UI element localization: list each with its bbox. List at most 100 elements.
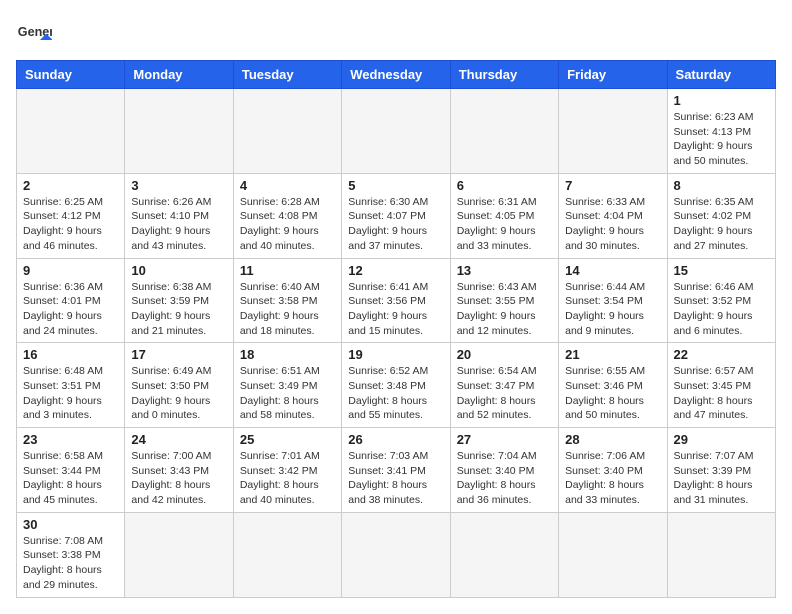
calendar-cell: 25 Sunrise: 7:01 AM Sunset: 3:42 PM Dayli… bbox=[233, 428, 341, 513]
calendar-cell: 2 Sunrise: 6:25 AM Sunset: 4:12 PM Daylig… bbox=[17, 173, 125, 258]
calendar-cell: 4 Sunrise: 6:28 AM Sunset: 4:08 PM Daylig… bbox=[233, 173, 341, 258]
day-info: Sunrise: 7:06 AM Sunset: 3:40 PM Dayligh… bbox=[565, 449, 660, 508]
calendar-cell bbox=[233, 89, 341, 174]
day-info: Sunrise: 6:38 AM Sunset: 3:59 PM Dayligh… bbox=[131, 280, 226, 339]
day-number: 11 bbox=[240, 263, 335, 278]
day-number: 7 bbox=[565, 178, 660, 193]
calendar-cell bbox=[233, 512, 341, 597]
day-number: 24 bbox=[131, 432, 226, 447]
calendar-cell bbox=[450, 512, 558, 597]
calendar-cell: 17 Sunrise: 6:49 AM Sunset: 3:50 PM Dayli… bbox=[125, 343, 233, 428]
calendar-cell bbox=[125, 512, 233, 597]
calendar-cell: 3Sunrise: 6:26 AM Sunset: 4:10 PM Daylig… bbox=[125, 173, 233, 258]
day-info: Sunrise: 7:03 AM Sunset: 3:41 PM Dayligh… bbox=[348, 449, 443, 508]
day-number: 12 bbox=[348, 263, 443, 278]
day-info: Sunrise: 7:01 AM Sunset: 3:42 PM Dayligh… bbox=[240, 449, 335, 508]
day-number: 6 bbox=[457, 178, 552, 193]
weekday-header-wednesday: Wednesday bbox=[342, 61, 450, 89]
calendar-cell: 13Sunrise: 6:43 AM Sunset: 3:55 PM Dayli… bbox=[450, 258, 558, 343]
calendar-cell: 22 Sunrise: 6:57 AM Sunset: 3:45 PM Dayli… bbox=[667, 343, 775, 428]
day-info: Sunrise: 6:28 AM Sunset: 4:08 PM Dayligh… bbox=[240, 195, 335, 254]
day-number: 10 bbox=[131, 263, 226, 278]
calendar-cell: 5 Sunrise: 6:30 AM Sunset: 4:07 PM Daylig… bbox=[342, 173, 450, 258]
day-number: 29 bbox=[674, 432, 769, 447]
day-number: 15 bbox=[674, 263, 769, 278]
day-info: Sunrise: 6:54 AM Sunset: 3:47 PM Dayligh… bbox=[457, 364, 552, 423]
day-number: 8 bbox=[674, 178, 769, 193]
day-number: 1 bbox=[674, 93, 769, 108]
day-number: 9 bbox=[23, 263, 118, 278]
header: General bbox=[16, 16, 776, 52]
day-info: Sunrise: 6:23 AM Sunset: 4:13 PM Dayligh… bbox=[674, 110, 769, 169]
day-info: Sunrise: 7:04 AM Sunset: 3:40 PM Dayligh… bbox=[457, 449, 552, 508]
calendar-cell: 18 Sunrise: 6:51 AM Sunset: 3:49 PM Dayli… bbox=[233, 343, 341, 428]
day-info: Sunrise: 6:57 AM Sunset: 3:45 PM Dayligh… bbox=[674, 364, 769, 423]
day-info: Sunrise: 7:08 AM Sunset: 3:38 PM Dayligh… bbox=[23, 534, 118, 593]
day-info: Sunrise: 6:48 AM Sunset: 3:51 PM Dayligh… bbox=[23, 364, 118, 423]
day-number: 23 bbox=[23, 432, 118, 447]
day-number: 19 bbox=[348, 347, 443, 362]
calendar-cell: 14Sunrise: 6:44 AM Sunset: 3:54 PM Dayli… bbox=[559, 258, 667, 343]
calendar-cell bbox=[559, 89, 667, 174]
day-number: 5 bbox=[348, 178, 443, 193]
calendar-cell: 1 Sunrise: 6:23 AM Sunset: 4:13 PM Daylig… bbox=[667, 89, 775, 174]
day-number: 4 bbox=[240, 178, 335, 193]
calendar-cell: 7 Sunrise: 6:33 AM Sunset: 4:04 PM Daylig… bbox=[559, 173, 667, 258]
calendar-cell: 6 Sunrise: 6:31 AM Sunset: 4:05 PM Daylig… bbox=[450, 173, 558, 258]
day-info: Sunrise: 7:07 AM Sunset: 3:39 PM Dayligh… bbox=[674, 449, 769, 508]
day-info: Sunrise: 6:33 AM Sunset: 4:04 PM Dayligh… bbox=[565, 195, 660, 254]
day-info: Sunrise: 6:36 AM Sunset: 4:01 PM Dayligh… bbox=[23, 280, 118, 339]
day-number: 20 bbox=[457, 347, 552, 362]
calendar-cell: 30 Sunrise: 7:08 AM Sunset: 3:38 PM Dayli… bbox=[17, 512, 125, 597]
logo-icon: General bbox=[16, 16, 52, 52]
calendar-cell: 23 Sunrise: 6:58 AM Sunset: 3:44 PM Dayli… bbox=[17, 428, 125, 513]
calendar-cell: 27 Sunrise: 7:04 AM Sunset: 3:40 PM Dayli… bbox=[450, 428, 558, 513]
calendar-cell: 10 Sunrise: 6:38 AM Sunset: 3:59 PM Dayli… bbox=[125, 258, 233, 343]
calendar-cell: 29 Sunrise: 7:07 AM Sunset: 3:39 PM Dayli… bbox=[667, 428, 775, 513]
calendar-cell: 24 Sunrise: 7:00 AM Sunset: 3:43 PM Dayli… bbox=[125, 428, 233, 513]
weekday-header-thursday: Thursday bbox=[450, 61, 558, 89]
day-info: Sunrise: 6:44 AM Sunset: 3:54 PM Dayligh… bbox=[565, 280, 660, 339]
day-info: Sunrise: 6:49 AM Sunset: 3:50 PM Dayligh… bbox=[131, 364, 226, 423]
day-info: Sunrise: 7:00 AM Sunset: 3:43 PM Dayligh… bbox=[131, 449, 226, 508]
day-number: 22 bbox=[674, 347, 769, 362]
day-info: Sunrise: 6:40 AM Sunset: 3:58 PM Dayligh… bbox=[240, 280, 335, 339]
calendar-cell: 28Sunrise: 7:06 AM Sunset: 3:40 PM Dayli… bbox=[559, 428, 667, 513]
weekday-header-tuesday: Tuesday bbox=[233, 61, 341, 89]
day-info: Sunrise: 6:46 AM Sunset: 3:52 PM Dayligh… bbox=[674, 280, 769, 339]
day-info: Sunrise: 6:51 AM Sunset: 3:49 PM Dayligh… bbox=[240, 364, 335, 423]
day-number: 17 bbox=[131, 347, 226, 362]
weekday-header-monday: Monday bbox=[125, 61, 233, 89]
day-number: 30 bbox=[23, 517, 118, 532]
day-number: 25 bbox=[240, 432, 335, 447]
day-info: Sunrise: 6:35 AM Sunset: 4:02 PM Dayligh… bbox=[674, 195, 769, 254]
calendar-cell: 19 Sunrise: 6:52 AM Sunset: 3:48 PM Dayli… bbox=[342, 343, 450, 428]
calendar-cell: 16 Sunrise: 6:48 AM Sunset: 3:51 PM Dayli… bbox=[17, 343, 125, 428]
day-number: 2 bbox=[23, 178, 118, 193]
calendar-cell: 20 Sunrise: 6:54 AM Sunset: 3:47 PM Dayli… bbox=[450, 343, 558, 428]
calendar-cell: 15 Sunrise: 6:46 AM Sunset: 3:52 PM Dayli… bbox=[667, 258, 775, 343]
day-number: 26 bbox=[348, 432, 443, 447]
day-info: Sunrise: 6:58 AM Sunset: 3:44 PM Dayligh… bbox=[23, 449, 118, 508]
calendar-cell bbox=[342, 512, 450, 597]
day-info: Sunrise: 6:52 AM Sunset: 3:48 PM Dayligh… bbox=[348, 364, 443, 423]
day-info: Sunrise: 6:25 AM Sunset: 4:12 PM Dayligh… bbox=[23, 195, 118, 254]
day-info: Sunrise: 6:30 AM Sunset: 4:07 PM Dayligh… bbox=[348, 195, 443, 254]
calendar: SundayMondayTuesdayWednesdayThursdayFrid… bbox=[16, 60, 776, 598]
calendar-cell bbox=[667, 512, 775, 597]
day-info: Sunrise: 6:55 AM Sunset: 3:46 PM Dayligh… bbox=[565, 364, 660, 423]
day-info: Sunrise: 6:31 AM Sunset: 4:05 PM Dayligh… bbox=[457, 195, 552, 254]
day-number: 16 bbox=[23, 347, 118, 362]
calendar-cell bbox=[559, 512, 667, 597]
calendar-cell: 12 Sunrise: 6:41 AM Sunset: 3:56 PM Dayli… bbox=[342, 258, 450, 343]
day-number: 27 bbox=[457, 432, 552, 447]
day-number: 3 bbox=[131, 178, 226, 193]
calendar-cell: 26 Sunrise: 7:03 AM Sunset: 3:41 PM Dayli… bbox=[342, 428, 450, 513]
day-number: 18 bbox=[240, 347, 335, 362]
weekday-header-saturday: Saturday bbox=[667, 61, 775, 89]
weekday-header-friday: Friday bbox=[559, 61, 667, 89]
calendar-cell bbox=[17, 89, 125, 174]
calendar-cell: 8 Sunrise: 6:35 AM Sunset: 4:02 PM Daylig… bbox=[667, 173, 775, 258]
day-number: 21 bbox=[565, 347, 660, 362]
day-info: Sunrise: 6:41 AM Sunset: 3:56 PM Dayligh… bbox=[348, 280, 443, 339]
